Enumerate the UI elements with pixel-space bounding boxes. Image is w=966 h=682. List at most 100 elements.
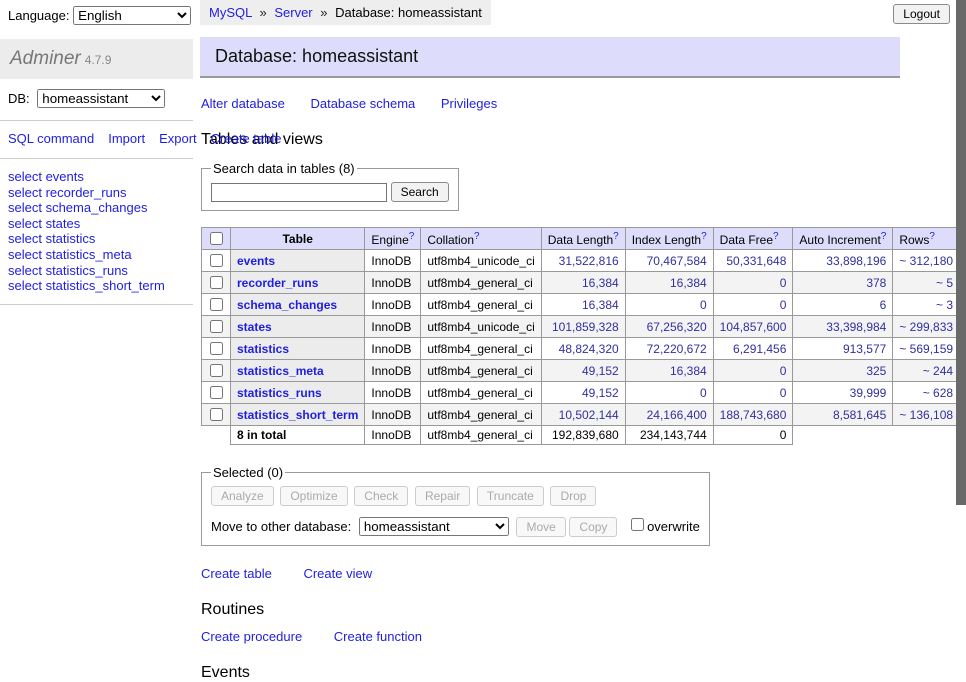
column-header-data-length: Data Length? (541, 228, 625, 250)
search-button[interactable]: Search (391, 182, 449, 202)
table-row: statistics_short_termInnoDButf8mb4_gener… (202, 404, 966, 426)
privileges-link[interactable]: Privileges (441, 96, 497, 111)
alter-database-link[interactable]: Alter database (201, 96, 285, 111)
sidebar-item-select-statistics-short-term[interactable]: select statistics_short_term (8, 278, 185, 294)
move-database-select[interactable]: homeassistant (359, 517, 509, 536)
column-header-engine: Engine? (365, 228, 421, 250)
table-name-cell: statistics_meta (231, 360, 365, 382)
engine-cell: InnoDB (365, 404, 421, 426)
index-length-cell: 16,384 (625, 360, 713, 382)
total-data-free-cell: 0 (713, 426, 793, 445)
select-all-checkbox[interactable] (210, 232, 223, 245)
select-all-cell (202, 228, 231, 250)
sidebar-item-select-statistics[interactable]: select statistics (8, 231, 185, 247)
language-select[interactable]: English (73, 6, 191, 25)
db-select[interactable]: homeassistant (37, 89, 165, 108)
selected-legend: Selected (0) (211, 465, 285, 480)
table-name-link[interactable]: states (237, 320, 272, 334)
engine-cell: InnoDB (365, 294, 421, 316)
optimize-button[interactable]: Optimize (280, 486, 347, 506)
row-checkbox[interactable] (210, 254, 223, 267)
help-icon[interactable]: ? (409, 231, 415, 242)
sidebar-item-select-recorder-runs[interactable]: select recorder_runs (8, 185, 185, 201)
scrollbar[interactable] (956, 0, 966, 543)
breadcrumb: MySQL » Server » Database: homeassistant (200, 0, 491, 25)
create-links: Create table Create view (201, 566, 900, 581)
row-checkbox[interactable] (210, 276, 223, 289)
row-checkbox[interactable] (210, 320, 223, 333)
overwrite-checkbox[interactable] (631, 518, 644, 531)
drop-button[interactable]: Drop (550, 486, 596, 506)
table-name-link[interactable]: schema_changes (237, 298, 337, 312)
table-name-link[interactable]: statistics_short_term (237, 408, 358, 422)
create-table-link[interactable]: Create table (201, 566, 272, 581)
engine-cell: InnoDB (365, 250, 421, 272)
table-row: statistics_metaInnoDButf8mb4_general_ci4… (202, 360, 966, 382)
divider (0, 158, 193, 159)
create-function-link[interactable]: Create function (334, 629, 422, 644)
table-name-link[interactable]: statistics_runs (237, 386, 322, 400)
search-legend: Search data in tables (8) (211, 161, 357, 176)
create-procedure-link[interactable]: Create procedure (201, 629, 302, 644)
data-free-cell: 6,291,456 (713, 338, 793, 360)
data-length-cell: 16,384 (541, 294, 625, 316)
column-header-collation: Collation? (421, 228, 541, 250)
row-checkbox[interactable] (210, 298, 223, 311)
sidebar-item-select-statistics-runs[interactable]: select statistics_runs (8, 263, 185, 279)
sidebar-link-create-table[interactable]: Create table (211, 131, 282, 146)
table-row: recorder_runsInnoDButf8mb4_general_ci16,… (202, 272, 966, 294)
database-nav-links: Alter database Database schema Privilege… (201, 96, 900, 111)
help-icon[interactable]: ? (929, 231, 935, 242)
repair-button[interactable]: Repair (415, 486, 470, 506)
engine-cell: InnoDB (365, 338, 421, 360)
sidebar-item-select-schema-changes[interactable]: select schema_changes (8, 200, 185, 216)
table-name-link[interactable]: statistics_meta (237, 364, 324, 378)
data-length-cell: 49,152 (541, 360, 625, 382)
sidebar-link-import[interactable]: Import (108, 131, 145, 146)
breadcrumb-link-mysql[interactable]: MySQL (209, 5, 252, 20)
search-input[interactable] (211, 183, 387, 202)
help-icon[interactable]: ? (773, 231, 779, 242)
help-icon[interactable]: ? (613, 231, 619, 242)
sidebar-item-select-statistics-meta[interactable]: select statistics_meta (8, 247, 185, 263)
help-icon[interactable]: ? (701, 231, 707, 242)
divider (0, 120, 193, 121)
table-name-link[interactable]: statistics (237, 342, 289, 356)
check-button[interactable]: Check (354, 486, 408, 506)
copy-button[interactable]: Copy (569, 517, 617, 537)
scrollbar-thumb[interactable] (956, 0, 966, 505)
breadcrumb-separator: » (320, 5, 327, 20)
table-name-link[interactable]: recorder_runs (237, 276, 318, 290)
table-name-link[interactable]: events (237, 254, 275, 268)
table-name-cell: statistics_short_term (231, 404, 365, 426)
row-checkbox[interactable] (210, 386, 223, 399)
row-checkbox-cell (202, 316, 231, 338)
index-length-cell: 72,220,672 (625, 338, 713, 360)
engine-cell: InnoDB (365, 360, 421, 382)
move-button[interactable]: Move (516, 517, 565, 537)
help-icon[interactable]: ? (474, 231, 480, 242)
tables-tbody: eventsInnoDButf8mb4_unicode_ci31,522,816… (202, 250, 966, 445)
create-view-link[interactable]: Create view (303, 566, 372, 581)
truncate-button[interactable]: Truncate (477, 486, 544, 506)
row-checkbox-cell (202, 404, 231, 426)
row-checkbox[interactable] (210, 342, 223, 355)
auto-increment-cell: 8,581,645 (793, 404, 893, 426)
sidebar-link-export[interactable]: Export (159, 131, 197, 146)
help-icon[interactable]: ? (881, 231, 887, 242)
sidebar-item-select-events[interactable]: select events (8, 169, 185, 185)
sidebar-link-sql-command[interactable]: SQL command (8, 131, 94, 146)
row-checkbox[interactable] (210, 408, 223, 421)
auto-increment-cell: 378 (793, 272, 893, 294)
row-checkbox[interactable] (210, 364, 223, 377)
language-row: Language: English (0, 0, 193, 31)
data-length-cell: 16,384 (541, 272, 625, 294)
total-engine-cell: InnoDB (365, 426, 421, 445)
breadcrumb-link-server[interactable]: Server (274, 5, 312, 20)
db-label: DB: (8, 91, 30, 106)
sidebar-item-select-states[interactable]: select states (8, 216, 185, 232)
database-schema-link[interactable]: Database schema (310, 96, 415, 111)
logout-button[interactable]: Logout (893, 4, 950, 24)
analyze-button[interactable]: Analyze (211, 486, 274, 506)
table-row: eventsInnoDButf8mb4_unicode_ci31,522,816… (202, 250, 966, 272)
